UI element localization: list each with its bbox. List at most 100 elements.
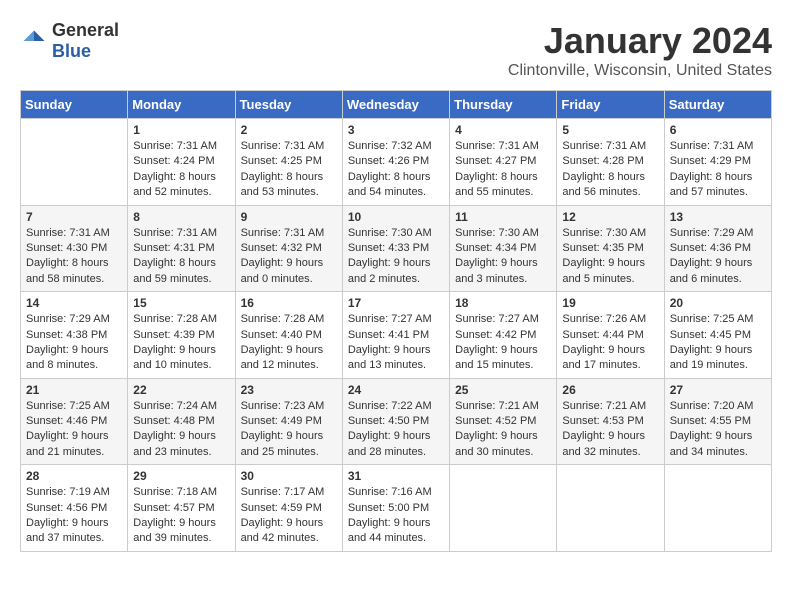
header-monday: Monday xyxy=(128,91,235,119)
calendar-week-row: 14 Sunrise: 7:29 AM Sunset: 4:38 PM Dayl… xyxy=(21,292,772,379)
table-row: 8 Sunrise: 7:31 AM Sunset: 4:31 PM Dayli… xyxy=(128,205,235,292)
logo: General Blue xyxy=(20,20,119,62)
daylight-text: Daylight: 9 hours and 0 minutes. xyxy=(241,257,324,284)
daylight-text: Daylight: 8 hours and 53 minutes. xyxy=(241,171,324,198)
sunset-text: Sunset: 4:26 PM xyxy=(348,155,429,167)
day-number: 3 xyxy=(348,123,444,137)
day-number: 18 xyxy=(455,296,551,310)
day-number: 22 xyxy=(133,383,229,397)
logo-general: General xyxy=(52,20,119,40)
sunrise-text: Sunrise: 7:25 AM xyxy=(670,313,754,325)
calendar-week-row: 21 Sunrise: 7:25 AM Sunset: 4:46 PM Dayl… xyxy=(21,378,772,465)
table-row: 31 Sunrise: 7:16 AM Sunset: 5:00 PM Dayl… xyxy=(342,465,449,552)
day-number: 16 xyxy=(241,296,337,310)
sunrise-text: Sunrise: 7:26 AM xyxy=(562,313,646,325)
sunset-text: Sunset: 4:41 PM xyxy=(348,329,429,341)
day-number: 25 xyxy=(455,383,551,397)
calendar-week-row: 7 Sunrise: 7:31 AM Sunset: 4:30 PM Dayli… xyxy=(21,205,772,292)
sunset-text: Sunset: 4:29 PM xyxy=(670,155,751,167)
sunset-text: Sunset: 4:56 PM xyxy=(26,502,107,514)
day-number: 19 xyxy=(562,296,658,310)
sunrise-text: Sunrise: 7:21 AM xyxy=(562,400,646,412)
sunset-text: Sunset: 4:59 PM xyxy=(241,502,322,514)
day-number: 17 xyxy=(348,296,444,310)
daylight-text: Daylight: 9 hours and 44 minutes. xyxy=(348,517,431,544)
table-row: 9 Sunrise: 7:31 AM Sunset: 4:32 PM Dayli… xyxy=(235,205,342,292)
table-row xyxy=(450,465,557,552)
sunrise-text: Sunrise: 7:17 AM xyxy=(241,486,325,498)
daylight-text: Daylight: 8 hours and 57 minutes. xyxy=(670,171,753,198)
daylight-text: Daylight: 8 hours and 52 minutes. xyxy=(133,171,216,198)
sunset-text: Sunset: 4:50 PM xyxy=(348,415,429,427)
table-row: 2 Sunrise: 7:31 AM Sunset: 4:25 PM Dayli… xyxy=(235,119,342,206)
day-number: 4 xyxy=(455,123,551,137)
sunrise-text: Sunrise: 7:21 AM xyxy=(455,400,539,412)
day-number: 13 xyxy=(670,210,766,224)
sunrise-text: Sunrise: 7:31 AM xyxy=(133,140,217,152)
day-number: 1 xyxy=(133,123,229,137)
sunrise-text: Sunrise: 7:28 AM xyxy=(133,313,217,325)
table-row: 1 Sunrise: 7:31 AM Sunset: 4:24 PM Dayli… xyxy=(128,119,235,206)
daylight-text: Daylight: 8 hours and 58 minutes. xyxy=(26,257,109,284)
table-row: 12 Sunrise: 7:30 AM Sunset: 4:35 PM Dayl… xyxy=(557,205,664,292)
table-row xyxy=(664,465,771,552)
sunrise-text: Sunrise: 7:27 AM xyxy=(455,313,539,325)
day-number: 7 xyxy=(26,210,122,224)
sunset-text: Sunset: 4:49 PM xyxy=(241,415,322,427)
daylight-text: Daylight: 9 hours and 21 minutes. xyxy=(26,430,109,457)
daylight-text: Daylight: 9 hours and 2 minutes. xyxy=(348,257,431,284)
table-row: 25 Sunrise: 7:21 AM Sunset: 4:52 PM Dayl… xyxy=(450,378,557,465)
table-row: 22 Sunrise: 7:24 AM Sunset: 4:48 PM Dayl… xyxy=(128,378,235,465)
page-header: General Blue January 2024 Clintonville, … xyxy=(20,20,772,80)
sunrise-text: Sunrise: 7:28 AM xyxy=(241,313,325,325)
daylight-text: Daylight: 9 hours and 3 minutes. xyxy=(455,257,538,284)
title-section: January 2024 Clintonville, Wisconsin, Un… xyxy=(508,20,772,80)
table-row: 26 Sunrise: 7:21 AM Sunset: 4:53 PM Dayl… xyxy=(557,378,664,465)
header-saturday: Saturday xyxy=(664,91,771,119)
sunset-text: Sunset: 4:28 PM xyxy=(562,155,643,167)
sunset-text: Sunset: 4:25 PM xyxy=(241,155,322,167)
logo-text: General Blue xyxy=(52,20,119,62)
sunrise-text: Sunrise: 7:22 AM xyxy=(348,400,432,412)
sunset-text: Sunset: 4:42 PM xyxy=(455,329,536,341)
sunset-text: Sunset: 4:33 PM xyxy=(348,242,429,254)
sunrise-text: Sunrise: 7:31 AM xyxy=(670,140,754,152)
daylight-text: Daylight: 9 hours and 10 minutes. xyxy=(133,344,216,371)
day-number: 8 xyxy=(133,210,229,224)
sunrise-text: Sunrise: 7:27 AM xyxy=(348,313,432,325)
table-row: 19 Sunrise: 7:26 AM Sunset: 4:44 PM Dayl… xyxy=(557,292,664,379)
daylight-text: Daylight: 9 hours and 28 minutes. xyxy=(348,430,431,457)
table-row: 6 Sunrise: 7:31 AM Sunset: 4:29 PM Dayli… xyxy=(664,119,771,206)
table-row: 4 Sunrise: 7:31 AM Sunset: 4:27 PM Dayli… xyxy=(450,119,557,206)
header-thursday: Thursday xyxy=(450,91,557,119)
day-number: 29 xyxy=(133,469,229,483)
sunset-text: Sunset: 4:45 PM xyxy=(670,329,751,341)
calendar-header-row: Sunday Monday Tuesday Wednesday Thursday… xyxy=(21,91,772,119)
sunset-text: Sunset: 4:48 PM xyxy=(133,415,214,427)
sunset-text: Sunset: 4:57 PM xyxy=(133,502,214,514)
sunrise-text: Sunrise: 7:32 AM xyxy=(348,140,432,152)
daylight-text: Daylight: 9 hours and 12 minutes. xyxy=(241,344,324,371)
calendar-table: Sunday Monday Tuesday Wednesday Thursday… xyxy=(20,90,772,552)
table-row: 28 Sunrise: 7:19 AM Sunset: 4:56 PM Dayl… xyxy=(21,465,128,552)
day-number: 2 xyxy=(241,123,337,137)
sunset-text: Sunset: 4:46 PM xyxy=(26,415,107,427)
sunset-text: Sunset: 4:27 PM xyxy=(455,155,536,167)
sunset-text: Sunset: 4:55 PM xyxy=(670,415,751,427)
daylight-text: Daylight: 9 hours and 30 minutes. xyxy=(455,430,538,457)
daylight-text: Daylight: 9 hours and 8 minutes. xyxy=(26,344,109,371)
sunset-text: Sunset: 4:53 PM xyxy=(562,415,643,427)
table-row: 13 Sunrise: 7:29 AM Sunset: 4:36 PM Dayl… xyxy=(664,205,771,292)
table-row: 20 Sunrise: 7:25 AM Sunset: 4:45 PM Dayl… xyxy=(664,292,771,379)
day-number: 15 xyxy=(133,296,229,310)
sunset-text: Sunset: 4:39 PM xyxy=(133,329,214,341)
table-row: 21 Sunrise: 7:25 AM Sunset: 4:46 PM Dayl… xyxy=(21,378,128,465)
sunrise-text: Sunrise: 7:19 AM xyxy=(26,486,110,498)
daylight-text: Daylight: 8 hours and 54 minutes. xyxy=(348,171,431,198)
daylight-text: Daylight: 9 hours and 19 minutes. xyxy=(670,344,753,371)
daylight-text: Daylight: 9 hours and 17 minutes. xyxy=(562,344,645,371)
sunset-text: Sunset: 4:38 PM xyxy=(26,329,107,341)
day-number: 14 xyxy=(26,296,122,310)
daylight-text: Daylight: 9 hours and 23 minutes. xyxy=(133,430,216,457)
header-friday: Friday xyxy=(557,91,664,119)
